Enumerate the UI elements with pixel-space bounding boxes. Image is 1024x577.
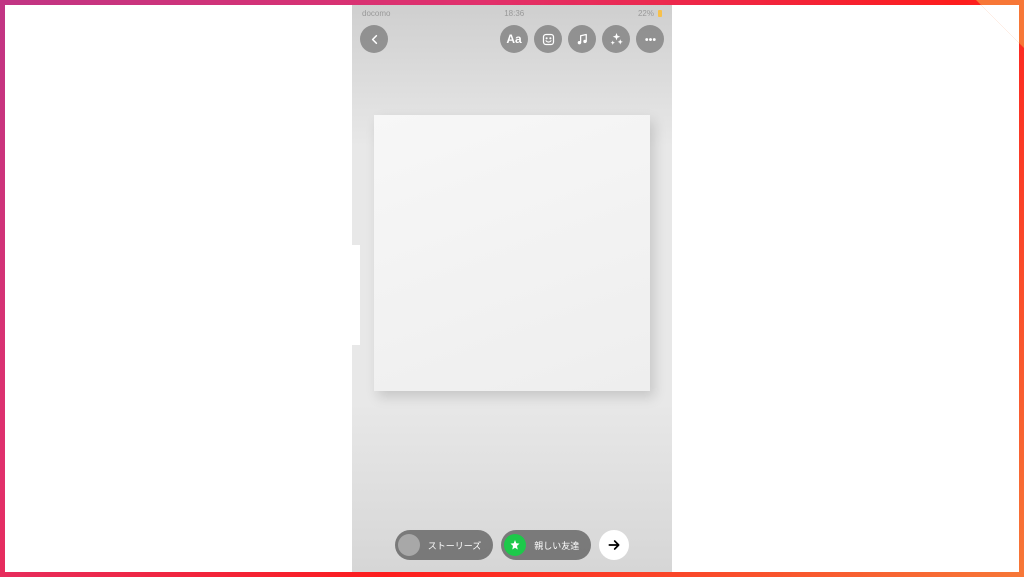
stories-button[interactable]: ストーリーズ	[395, 530, 494, 560]
sticker-icon	[541, 32, 556, 47]
bottom-bar: ストーリーズ 親しい友達	[352, 530, 672, 560]
close-friends-label: 親しい友達	[534, 539, 579, 552]
star-icon	[509, 539, 521, 551]
carrier-label: docomo	[362, 9, 390, 18]
sparkle-icon	[609, 32, 624, 47]
sticker-button[interactable]	[534, 25, 562, 53]
stories-label: ストーリーズ	[428, 539, 482, 552]
status-bar: docomo 18:36 22%	[352, 5, 672, 21]
arrow-right-icon	[606, 537, 622, 553]
story-canvas[interactable]	[374, 115, 650, 391]
battery-label: 22%	[638, 9, 654, 18]
time-label: 18:36	[504, 9, 524, 18]
phone-screen: docomo 18:36 22% Aa	[352, 5, 672, 572]
music-button[interactable]	[568, 25, 596, 53]
close-friends-button[interactable]: 親しい友達	[501, 530, 591, 560]
close-friends-badge	[504, 534, 526, 556]
more-button[interactable]	[636, 25, 664, 53]
music-icon	[575, 32, 590, 47]
battery-icon	[658, 10, 662, 17]
overlay-right	[714, 245, 884, 345]
avatar	[398, 534, 420, 556]
more-icon	[643, 32, 658, 47]
story-toolbar: Aa	[352, 21, 672, 57]
text-icon: Aa	[506, 32, 521, 46]
effects-button[interactable]	[602, 25, 630, 53]
send-button[interactable]	[599, 530, 629, 560]
chevron-left-icon	[367, 32, 382, 47]
text-tool-button[interactable]: Aa	[500, 25, 528, 53]
back-button[interactable]	[360, 25, 388, 53]
corner-fold	[976, 0, 1024, 48]
overlay-left	[195, 245, 360, 345]
